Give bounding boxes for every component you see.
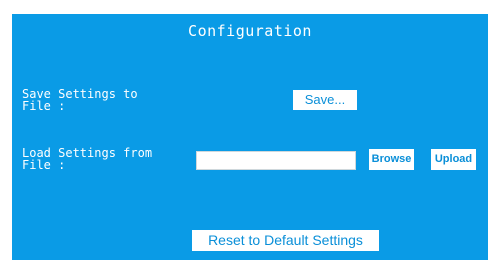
load-settings-label: Load Settings from File :: [22, 146, 153, 172]
browse-button[interactable]: Browse: [369, 149, 414, 170]
configuration-panel: Configuration Save Settings to File : Sa…: [12, 14, 488, 260]
reset-defaults-button[interactable]: Reset to Default Settings: [192, 230, 379, 251]
file-path-input[interactable]: [196, 151, 356, 170]
page-title: Configuration: [188, 22, 312, 40]
save-settings-label: Save Settings to File :: [22, 87, 138, 113]
save-button[interactable]: Save...: [293, 90, 357, 110]
upload-button[interactable]: Upload: [431, 149, 476, 170]
